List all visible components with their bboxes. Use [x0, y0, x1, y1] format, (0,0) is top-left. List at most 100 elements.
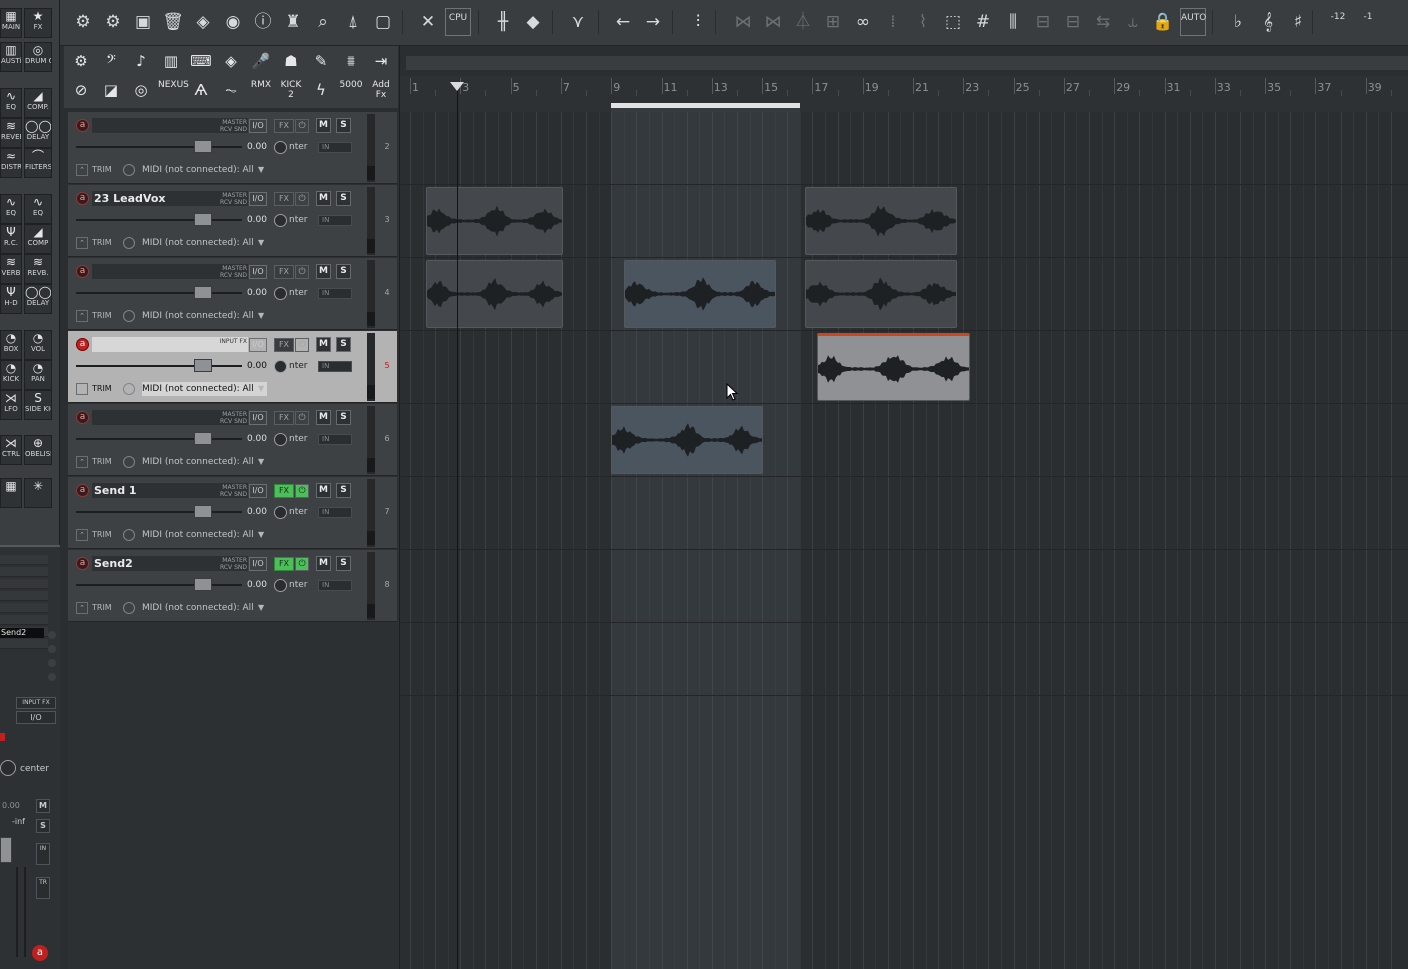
envelope-icon[interactable]: ⌃: [76, 237, 88, 249]
volume-fader-knob[interactable]: [194, 286, 212, 299]
save-icon[interactable]: ▣: [130, 8, 156, 36]
rmx-icon[interactable]: RMX: [248, 77, 274, 103]
input-monitor-button[interactable]: IN: [318, 142, 352, 153]
io-button[interactable]: I/O: [249, 265, 267, 279]
fx-button[interactable]: FX: [274, 557, 294, 571]
pitch-down-icon[interactable]: -12: [1325, 8, 1351, 36]
circle-icon[interactable]: ◎: [128, 77, 154, 103]
mixer-record-arm-button[interactable]: a: [32, 945, 48, 961]
track-header[interactable]: a Send 1 MASTER RCV SND I/O FX ⏻ M S 0.00 nter IN ⌃…: [68, 477, 397, 549]
chevron-down-icon[interactable]: ▼: [258, 309, 264, 323]
fx-button-ctrl[interactable]: ⋊ CTRL: [0, 435, 22, 465]
marquee-icon[interactable]: ⬚: [940, 8, 966, 36]
mixer-input-button[interactable]: IN: [36, 843, 50, 865]
no-icon[interactable]: ⊘: [68, 77, 94, 103]
loop-selection-bar[interactable]: [611, 103, 800, 108]
fx-button-fx[interactable]: ★ FX: [24, 8, 52, 38]
fx-button[interactable]: FX: [274, 192, 294, 206]
fx-button-filters[interactable]: ⌒ FILTERS: [24, 148, 52, 178]
fx-bypass-icon[interactable]: ⏻: [295, 119, 309, 133]
mute-button[interactable]: M: [316, 264, 331, 279]
chevron-down-icon[interactable]: ▼: [258, 382, 264, 396]
gear-icon[interactable]: ⚙: [100, 8, 126, 36]
mute-button[interactable]: M: [316, 337, 331, 352]
io-button[interactable]: I/O: [249, 411, 267, 425]
pan-knob[interactable]: [274, 579, 287, 592]
funnel-icon[interactable]: ⋎: [565, 8, 591, 36]
media-item[interactable]: [426, 187, 564, 255]
routing-button[interactable]: MASTER RCV SND: [209, 192, 247, 206]
fx-button-reverb[interactable]: ≋REVERB: [0, 118, 22, 148]
fx-bypass-icon[interactable]: ⏻: [295, 557, 309, 571]
fx-button-sidekick[interactable]: SSIDE KICK: [24, 390, 52, 420]
routing-button[interactable]: INPUT FX: [209, 338, 247, 352]
volume-fader-knob[interactable]: [194, 432, 212, 445]
volume-fader[interactable]: [76, 213, 242, 226]
stretch-icon[interactable]: ⥿: [1120, 8, 1146, 36]
keys-icon[interactable]: ▥: [158, 48, 184, 74]
fx-button[interactable]: FX: [274, 119, 294, 133]
chevron-down-icon[interactable]: ▼: [258, 528, 264, 542]
media-item[interactable]: [804, 187, 957, 255]
horizontal-scrollbar[interactable]: [406, 56, 1408, 70]
fx-button-delay2[interactable]: ◯◯ DELAY: [24, 284, 52, 314]
fx-button-eq3[interactable]: ∿ EQ: [24, 194, 52, 224]
input-select[interactable]: MIDI (not connected): All: [142, 163, 267, 177]
envelope2-icon[interactable]: ⋈: [760, 8, 786, 36]
fx-button-comp1[interactable]: ◢ COMP.: [24, 88, 52, 118]
chevron-down-icon[interactable]: ▼: [258, 455, 264, 469]
fx-button-eq2[interactable]: ∿ EQ: [0, 194, 22, 224]
search-icon[interactable]: ⌕: [310, 8, 336, 36]
routing-button[interactable]: MASTER RCV SND: [209, 411, 247, 425]
bass-clef-icon[interactable]: 𝄢: [98, 48, 124, 74]
playhead-line[interactable]: [457, 83, 459, 969]
mixer-icon[interactable]: ⫶: [685, 8, 711, 36]
kick2-icon[interactable]: KICK 2: [278, 77, 304, 103]
volume-fader[interactable]: [76, 140, 242, 153]
lock-icon[interactable]: 🔒: [1150, 8, 1176, 36]
arrow-right-icon[interactable]: →: [640, 8, 666, 36]
fx-button-lfo[interactable]: ⋊ LFO: [0, 390, 22, 420]
track-header[interactable]: a MASTER RCV SND I/O FX ⏻ M S 0.00 nter IN ⌃ TRIM MI…: [68, 258, 397, 330]
io-button[interactable]: I/O: [249, 557, 267, 571]
volume-fader-knob[interactable]: [194, 140, 212, 153]
fx-button-kick[interactable]: ◔ KICK: [0, 360, 22, 390]
grid-icon[interactable]: #: [970, 8, 996, 36]
fx-button-comp2[interactable]: ◢ COMP: [24, 224, 52, 254]
solo-button[interactable]: S: [336, 337, 351, 352]
mute-button[interactable]: M: [316, 191, 331, 206]
fx-button-reverb2[interactable]: ≋ REVB.: [24, 254, 52, 284]
input-fx-button[interactable]: INPUT FX: [16, 697, 56, 709]
shape-icon[interactable]: ◪: [98, 77, 124, 103]
track-header[interactable]: a MASTER RCV SND I/O FX ⏻ M S 0.00 nter IN ⌃ TRIM MI…: [68, 112, 397, 184]
microphone-icon[interactable]: 🎤: [248, 48, 274, 74]
routing-button[interactable]: MASTER RCV SND: [209, 557, 247, 571]
pan-knob[interactable]: [274, 287, 287, 300]
synth-icon[interactable]: ◈: [218, 48, 244, 74]
tuner-icon[interactable]: ⍋: [340, 8, 366, 36]
fx-bypass-icon[interactable]: ⏻: [295, 484, 309, 498]
gear-actions-icon[interactable]: ⚙: [70, 8, 96, 36]
fx-button[interactable]: FX: [274, 411, 294, 425]
volume-fader-knob[interactable]: [194, 359, 212, 372]
volume-fader[interactable]: [76, 359, 242, 372]
envelope-icon[interactable]: ⌃: [76, 529, 88, 541]
trim-mode-label[interactable]: TRIM: [92, 310, 112, 322]
io-button[interactable]: I/O: [249, 192, 267, 206]
arrow-right-icon[interactable]: ⇥: [368, 48, 394, 74]
sws-icon[interactable]: ◉: [220, 8, 246, 36]
record-arm-button[interactable]: a: [76, 411, 89, 424]
fx-button-delay[interactable]: ◯◯ DELAY: [24, 118, 52, 148]
routing-button[interactable]: MASTER RCV SND: [209, 265, 247, 279]
volume-fader-knob[interactable]: [194, 213, 212, 226]
record-arm-button[interactable]: a: [76, 192, 89, 205]
fx-bypass-icon[interactable]: ⏻: [295, 338, 309, 352]
arrow-left-icon[interactable]: ←: [610, 8, 636, 36]
solo-button[interactable]: S: [336, 483, 351, 498]
auto-envelope-icon[interactable]: ⌇: [910, 8, 936, 36]
person-icon[interactable]: ☗: [278, 48, 304, 74]
trim-mode-label[interactable]: TRIM: [92, 456, 112, 468]
pan-knob[interactable]: [274, 214, 287, 227]
chevron-down-icon[interactable]: ▼: [258, 601, 264, 615]
mixer-track-name[interactable]: Send2: [0, 628, 44, 638]
